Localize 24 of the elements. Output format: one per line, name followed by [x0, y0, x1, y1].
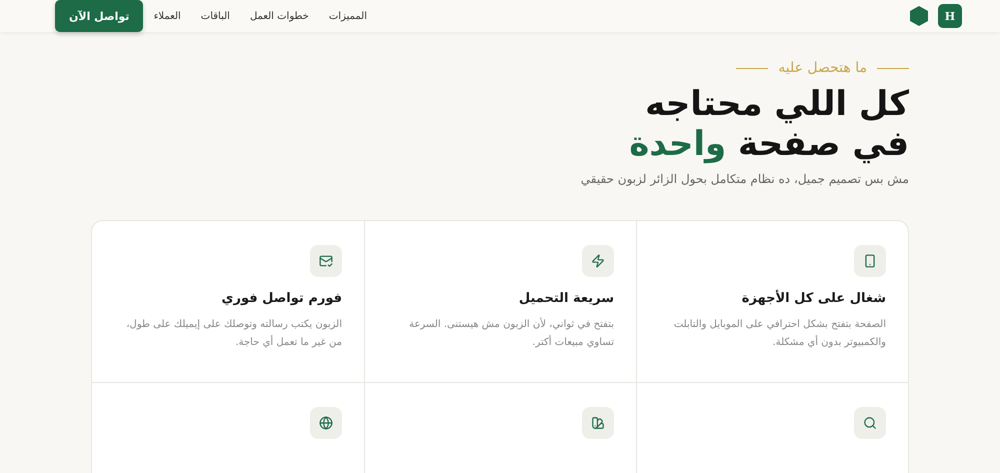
feature-title: شغال على كل الأجهزة — [740, 291, 886, 306]
subtitle: مش بس تصميم جميل، ده نظام متكامل بحول الزائر لزبون حقيقي — [580, 172, 909, 186]
heading: كل اللي محتاجه — [645, 84, 909, 124]
search-icon — [863, 416, 877, 430]
globe-icon — [319, 416, 333, 430]
nav-link[interactable]: خطوات العمل — [250, 10, 309, 22]
contact-button[interactable]: تواصل الآن — [55, 0, 144, 32]
heading-highlight: واحدة — [629, 124, 726, 164]
feature-description: بتفتح في ثواني، لأن الزبون مش هيستنى. السرعة تساوي مبيعات أكتر. — [408, 316, 614, 350]
eyebrow: ما هتحصل عليه — [778, 60, 867, 76]
feature-description: الزبون يكتب رسالته وتوصلك على إيميلك على طول، من غير ما تعمل أي حاجة. — [125, 318, 342, 350]
hexagon-icon — [910, 6, 928, 26]
feature-description: الصفحة بتفتح بشكل احترافي على الموبايل والتابلت والكمبيوتر بدون أي مشكلة. — [672, 318, 886, 350]
logo[interactable]: H — [938, 4, 962, 28]
swatch-icon — [591, 416, 605, 430]
phone-icon — [863, 254, 877, 268]
nav-link[interactable]: الباقات — [200, 10, 230, 22]
lightning-icon — [591, 254, 605, 268]
nav-link[interactable]: العملاء — [154, 10, 181, 22]
nav-link[interactable]: المميزات — [328, 10, 367, 22]
mail-check-icon — [319, 254, 333, 268]
heading: في صفحة — [738, 124, 909, 164]
feature-title: سريعة التحميل — [518, 291, 614, 306]
feature-title: فورم تواصل فوري — [220, 291, 342, 306]
